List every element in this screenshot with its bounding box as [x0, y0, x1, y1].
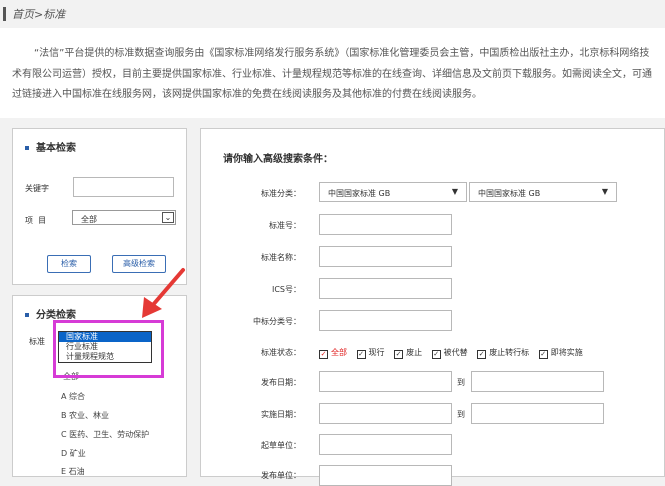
publish-date-to-label: 到 [457, 378, 465, 387]
drafting-unit-input[interactable] [319, 434, 452, 455]
implement-date-from-input[interactable] [319, 403, 452, 424]
standard-number-label: 标准号： [269, 221, 301, 230]
status-option-upcoming[interactable]: ✓ 即将实施 [538, 348, 583, 359]
ics-input[interactable] [319, 278, 452, 299]
ccs-label: 中标分类号： [253, 317, 301, 326]
implement-date-label: 实施日期： [261, 410, 301, 419]
status-option-to-industry[interactable]: ✓ 废止转行标 [477, 348, 529, 359]
checkbox-checked-icon[interactable]: ✓ [394, 350, 404, 359]
advanced-search-panel: 请你输入高级搜索条件： 标准分类： 中国国家标准 GB ▼ 中国国家标准 GB … [200, 128, 665, 486]
checkbox-checked-icon[interactable]: ✓ [319, 350, 328, 359]
standard-name-input[interactable] [319, 246, 452, 267]
category-label: 标准分类： [261, 189, 301, 198]
status-option-current[interactable]: ✓ 现行 [356, 348, 385, 359]
implement-date-to-label: 到 [457, 410, 465, 419]
checkbox-checked-icon[interactable]: ✓ [356, 350, 366, 359]
dropdown-arrow-icon[interactable]: ▼ [452, 187, 458, 196]
checkbox-checked-icon[interactable]: ✓ [477, 350, 487, 359]
publish-date-label: 发布日期： [261, 378, 301, 387]
status-checkboxes: ✓ 全部 ✓ 现行 ✓ 废止 ✓ 被代替 ✓ 废止转行标 ✓ 即将实施 [319, 347, 590, 359]
publish-date-to-input[interactable] [471, 371, 604, 392]
standard-name-label: 标准名称： [261, 253, 301, 262]
category-select-primary-value: 中国国家标准 GB [328, 189, 391, 198]
dropdown-arrow-icon[interactable]: ▼ [602, 187, 608, 196]
status-option-all[interactable]: ✓ 全部 [319, 348, 347, 359]
implement-date-to-input[interactable] [471, 403, 604, 424]
ccs-input[interactable] [319, 310, 452, 331]
publisher-label: 发布单位： [261, 471, 301, 480]
category-select-primary[interactable]: 中国国家标准 GB ▼ [319, 182, 467, 202]
status-option-abolished[interactable]: ✓ 废止 [394, 348, 422, 359]
ics-label: ICS号： [271, 285, 301, 294]
publisher-input[interactable] [319, 465, 452, 486]
checkbox-checked-icon[interactable]: ✓ [538, 350, 548, 359]
standard-number-input[interactable] [319, 214, 452, 235]
category-select-secondary-value: 中国国家标准 GB [478, 189, 541, 198]
status-label: 标准状态： [261, 348, 301, 357]
publish-date-from-input[interactable] [319, 371, 452, 392]
checkbox-checked-icon[interactable]: ✓ [431, 350, 441, 359]
advanced-search-heading: 请你输入高级搜索条件： [223, 154, 333, 165]
drafting-unit-label: 起草单位： [261, 441, 301, 450]
status-option-replaced[interactable]: ✓ 被代替 [431, 348, 468, 359]
category-select-secondary[interactable]: 中国国家标准 GB ▼ [469, 182, 617, 202]
